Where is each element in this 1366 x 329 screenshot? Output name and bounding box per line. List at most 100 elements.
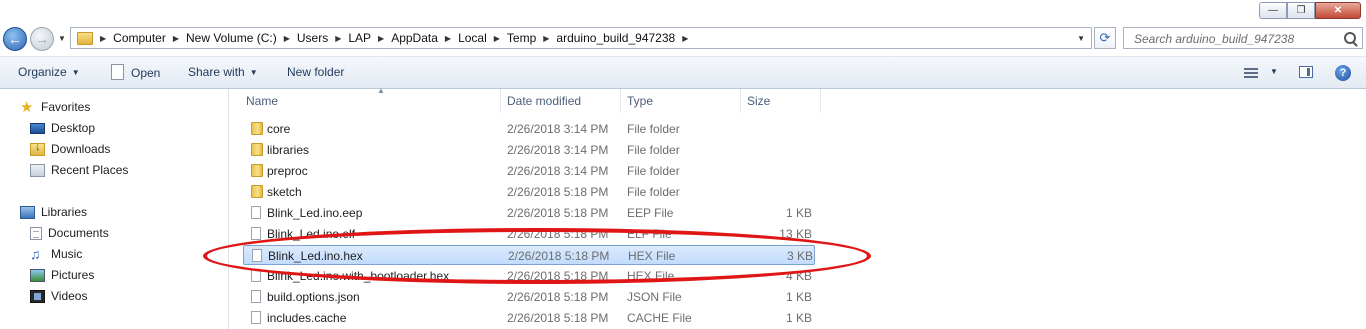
preview-pane-icon[interactable] xyxy=(1299,66,1313,78)
column-date-label: Date modified xyxy=(507,94,582,108)
file-row[interactable]: includes.cache 2/26/2018 5:18 PM CACHE Fil… xyxy=(243,308,815,328)
help-icon[interactable]: ? xyxy=(1335,65,1351,81)
view-options-icon[interactable] xyxy=(1244,68,1258,78)
file-date: 2/26/2018 3:14 PM xyxy=(507,122,609,136)
file-type: HEX File xyxy=(627,269,675,283)
file-size: 1 KB xyxy=(785,311,812,325)
breadcrumb-separator-icon[interactable]: ▶ xyxy=(543,34,549,43)
file-icon xyxy=(251,311,261,324)
address-dropdown-icon[interactable]: ▼ xyxy=(1077,34,1085,43)
breadcrumb-separator-icon[interactable]: ▶ xyxy=(173,34,179,43)
recent-places-icon xyxy=(30,163,45,177)
file-name: build.options.json xyxy=(267,290,360,304)
column-header-name[interactable]: Name ▲ xyxy=(240,86,501,113)
nav-label: Videos xyxy=(51,289,88,303)
open-button[interactable]: Open xyxy=(111,64,161,81)
open-label: Open xyxy=(131,66,161,80)
file-icon xyxy=(251,290,261,303)
breadcrumb-separator-icon[interactable]: ▶ xyxy=(100,34,106,43)
organize-button[interactable]: Organize ▼ xyxy=(18,65,80,79)
file-row[interactable]: preproc 2/26/2018 3:14 PM File folder xyxy=(243,161,815,181)
file-type: CACHE File xyxy=(627,311,692,325)
nav-label: Recent Places xyxy=(51,163,129,177)
file-name: core xyxy=(267,122,291,136)
file-row[interactable]: sketch 2/26/2018 5:18 PM File folder xyxy=(243,182,815,202)
videos-icon xyxy=(30,289,45,303)
back-button[interactable]: ← xyxy=(3,27,27,51)
breadcrumb-item[interactable]: Local xyxy=(458,31,487,45)
file-type: HEX File xyxy=(628,249,676,263)
file-row[interactable]: Blink_Led.ino.elf 2/26/2018 5:18 PM ELF Fi… xyxy=(243,224,815,244)
column-name-label: Name xyxy=(246,94,279,108)
breadcrumb-separator-icon[interactable]: ▶ xyxy=(494,34,500,43)
nav-recent-places[interactable]: Recent Places xyxy=(30,163,128,177)
nav-desktop[interactable]: Desktop xyxy=(30,121,95,135)
nav-videos[interactable]: Videos xyxy=(30,289,87,303)
file-list: Name ▲ Date modified Type Size core 2/26/… xyxy=(229,86,1366,329)
minimize-button[interactable]: — xyxy=(1259,2,1287,19)
file-type: ELF File xyxy=(627,227,672,241)
navigation-pane: ★ Favorites Desktop Downloads Recent Pla… xyxy=(0,89,229,329)
column-header-date[interactable]: Date modified xyxy=(501,89,621,113)
file-date: 2/26/2018 3:14 PM xyxy=(507,143,609,157)
title-bar: — ❐ ✕ xyxy=(0,0,1366,24)
column-header-size[interactable]: Size xyxy=(741,89,821,113)
breadcrumb-separator-icon[interactable]: ▶ xyxy=(682,34,688,43)
nav-label: Favorites xyxy=(41,100,91,114)
breadcrumb-item[interactable]: LAP xyxy=(348,31,371,45)
column-size-label: Size xyxy=(747,94,771,108)
forward-button[interactable]: → xyxy=(30,27,54,51)
chevron-down-icon[interactable]: ▼ xyxy=(1270,67,1278,76)
nav-label: Libraries xyxy=(41,205,88,219)
breadcrumb-separator-icon[interactable]: ▶ xyxy=(335,34,341,43)
file-row[interactable]: build.options.json 2/26/2018 5:18 PM JSON … xyxy=(243,287,815,307)
column-header-type[interactable]: Type xyxy=(621,89,741,113)
nav-label: Desktop xyxy=(51,121,96,135)
file-row[interactable]: core 2/26/2018 3:14 PM File folder xyxy=(243,119,815,139)
file-date: 2/26/2018 5:18 PM xyxy=(507,227,609,241)
chevron-down-icon: ▼ xyxy=(249,67,258,77)
file-date: 2/26/2018 5:18 PM xyxy=(507,185,609,199)
nav-documents[interactable]: Documents xyxy=(30,226,109,240)
recent-pages-dropdown-icon[interactable]: ▼ xyxy=(58,34,66,43)
breadcrumb-separator-icon[interactable]: ▶ xyxy=(445,34,451,43)
file-date: 2/26/2018 5:18 PM xyxy=(507,206,609,220)
file-size: 1 KB xyxy=(785,290,812,304)
nav-music[interactable]: ♫ Music xyxy=(30,245,82,262)
breadcrumb-separator-icon[interactable]: ▶ xyxy=(378,34,384,43)
share-with-button[interactable]: Share with ▼ xyxy=(188,65,258,79)
breadcrumb-item[interactable]: arduino_build_947238 xyxy=(556,31,675,45)
music-icon: ♫ xyxy=(30,245,41,262)
breadcrumb-item[interactable]: AppData xyxy=(391,31,438,45)
file-row[interactable]: Blink_Led.ino.hex 2/26/2018 5:18 PM HEX Fi… xyxy=(243,245,815,265)
file-type: EEP File xyxy=(627,206,674,220)
close-button[interactable]: ✕ xyxy=(1315,2,1361,19)
nav-libraries[interactable]: Libraries xyxy=(20,205,87,219)
refresh-button[interactable]: ⟳ xyxy=(1094,27,1116,49)
file-icon xyxy=(111,64,124,80)
breadcrumb-item[interactable]: Temp xyxy=(507,31,536,45)
nav-downloads[interactable]: Downloads xyxy=(30,141,110,156)
window-controls: — ❐ ✕ xyxy=(1259,2,1361,19)
address-bar[interactable]: ▶ Computer ▶ New Volume (C:) ▶ Users ▶ LAP ▶ AppD… xyxy=(70,27,1092,49)
file-icon xyxy=(251,227,261,240)
breadcrumb-separator-icon[interactable]: ▶ xyxy=(284,34,290,43)
maximize-button[interactable]: ❐ xyxy=(1287,2,1315,19)
file-icon xyxy=(252,249,262,262)
address-row: ← → ▼ ▶ Computer ▶ New Volume (C:) ▶ Users ▶ LA… xyxy=(0,24,1366,54)
breadcrumb-item[interactable]: New Volume (C:) xyxy=(186,31,277,45)
breadcrumb-item[interactable]: Computer xyxy=(113,31,166,45)
file-type: JSON File xyxy=(627,290,682,304)
file-icon xyxy=(251,206,261,219)
new-folder-button[interactable]: New folder xyxy=(287,65,344,79)
nav-pictures[interactable]: Pictures xyxy=(30,268,94,282)
file-row[interactable]: Blink_Led.ino.with_bootloader.hex 2/26/20… xyxy=(243,266,815,286)
file-row[interactable]: libraries 2/26/2018 3:14 PM File folder xyxy=(243,140,815,160)
file-row[interactable]: Blink_Led.ino.eep 2/26/2018 5:18 PM EEP Fi… xyxy=(243,203,815,223)
search-icon[interactable] xyxy=(1344,32,1356,44)
search-box[interactable] xyxy=(1123,27,1363,49)
breadcrumb-item[interactable]: Users xyxy=(297,31,328,45)
desktop-icon xyxy=(30,122,45,134)
nav-favorites[interactable]: ★ Favorites xyxy=(20,100,91,115)
search-input[interactable] xyxy=(1132,29,1346,49)
